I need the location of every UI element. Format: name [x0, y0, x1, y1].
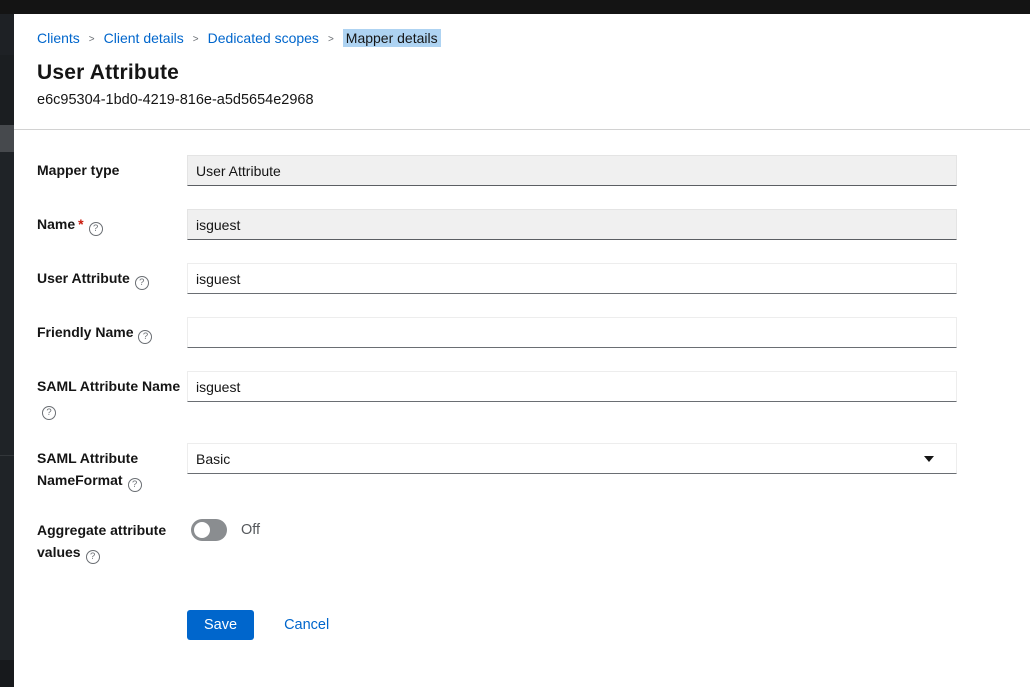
breadcrumb-current-mapper-details: Mapper details — [343, 29, 441, 47]
main-content: Clients > Client details > Dedicated sco… — [14, 14, 1030, 687]
saml-nameformat-select[interactable]: Basic — [187, 443, 957, 474]
form-row-aggregate-attribute-values: Aggregate attribute values? Off — [37, 515, 957, 564]
sidebar-active-item[interactable] — [0, 125, 14, 152]
form-row-name: Name*? — [37, 209, 957, 240]
friendly-name-input[interactable] — [187, 317, 957, 348]
toggle-knob — [194, 522, 210, 538]
field-label-text: User Attribute — [37, 270, 130, 286]
breadcrumb-separator-icon: > — [328, 34, 334, 45]
help-icon[interactable]: ? — [42, 406, 56, 420]
form-row-mapper-type: Mapper type — [37, 155, 957, 186]
breadcrumb-link-clients[interactable]: Clients — [37, 30, 80, 46]
field-label-text: SAML Attribute Name — [37, 378, 180, 394]
sidebar-segment — [0, 455, 14, 660]
field-label-text: Friendly Name — [37, 324, 133, 340]
form-row-user-attribute: User Attribute? — [37, 263, 957, 294]
page-header: Clients > Client details > Dedicated sco… — [14, 14, 1030, 108]
name-input[interactable] — [187, 209, 957, 240]
breadcrumb-link-client-details[interactable]: Client details — [104, 30, 184, 46]
field-label: Friendly Name? — [37, 317, 187, 344]
collapsed-sidebar — [0, 14, 14, 687]
field-label-text: SAML Attribute NameFormat — [37, 450, 138, 488]
sidebar-segment — [0, 660, 14, 687]
field-label-text: Mapper type — [37, 162, 119, 178]
caret-down-icon — [924, 456, 934, 462]
breadcrumb-separator-icon: > — [193, 34, 199, 45]
help-icon[interactable]: ? — [138, 330, 152, 344]
field-label-text: Name — [37, 216, 75, 232]
breadcrumb-separator-icon: > — [89, 34, 95, 45]
mapper-form: Mapper type Name*? User Attribute? — [14, 130, 957, 640]
page-title: User Attribute — [37, 61, 990, 85]
field-label: SAML Attribute Name? — [37, 371, 187, 420]
breadcrumb: Clients > Client details > Dedicated sco… — [37, 29, 990, 47]
mapper-id-subtitle: e6c95304-1bd0-4219-816e-a5d5654e2968 — [37, 92, 990, 108]
sidebar-segment — [0, 55, 14, 125]
field-label: Mapper type — [37, 155, 187, 181]
form-row-friendly-name: Friendly Name? — [37, 317, 957, 348]
saml-attribute-name-input[interactable] — [187, 371, 957, 402]
save-button[interactable]: Save — [187, 610, 254, 640]
form-row-saml-attribute-nameformat: SAML Attribute NameFormat? Basic — [37, 443, 957, 492]
user-attribute-input[interactable] — [187, 263, 957, 294]
form-row-saml-attribute-name: SAML Attribute Name? — [37, 371, 957, 420]
field-label: Name*? — [37, 209, 187, 236]
field-label: Aggregate attribute values? — [37, 515, 187, 564]
field-label: User Attribute? — [37, 263, 187, 290]
app-shell: Clients > Client details > Dedicated sco… — [0, 14, 1030, 687]
cancel-link[interactable]: Cancel — [284, 617, 329, 633]
actions-spacer — [37, 623, 187, 627]
masthead-bar — [0, 0, 1030, 14]
help-icon[interactable]: ? — [86, 550, 100, 564]
sidebar-segment — [0, 14, 14, 55]
form-actions: Save Cancel — [37, 610, 957, 640]
help-icon[interactable]: ? — [89, 222, 103, 236]
aggregate-values-toggle[interactable] — [191, 519, 227, 541]
help-icon[interactable]: ? — [135, 276, 149, 290]
field-label-text: Aggregate attribute values — [37, 522, 166, 560]
required-asterisk: * — [78, 216, 83, 232]
breadcrumb-link-dedicated-scopes[interactable]: Dedicated scopes — [208, 30, 319, 46]
toggle-state-label: Off — [241, 522, 260, 538]
sidebar-segment — [0, 152, 14, 455]
mapper-type-input[interactable] — [187, 155, 957, 186]
field-label: SAML Attribute NameFormat? — [37, 443, 187, 492]
help-icon[interactable]: ? — [128, 478, 142, 492]
select-value: Basic — [196, 451, 230, 467]
